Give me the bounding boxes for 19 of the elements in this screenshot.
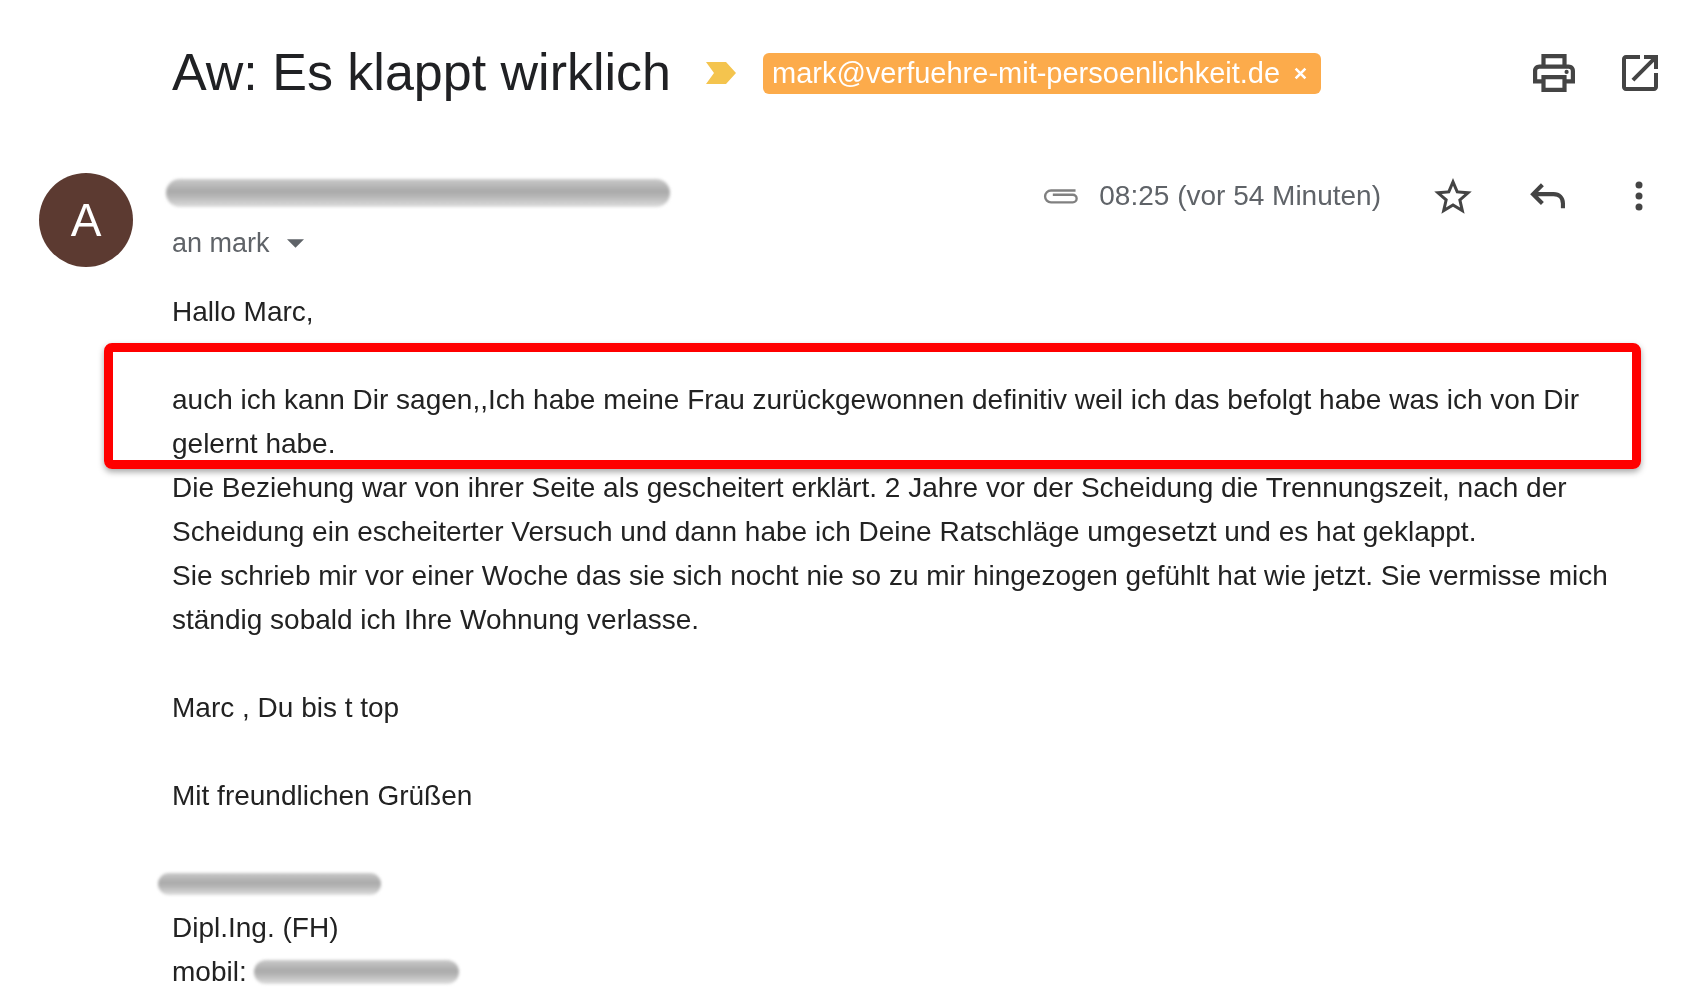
external-link-icon[interactable] [1622,55,1658,91]
body-text: Marc , Du bis t top [172,691,401,725]
body-text: auch ich kann Dir sagen,,Ich habe meine Frau zurückgewonnen definitiv weil ich das befolgt habe was ich von Dir gelernt habe. [172,383,1580,461]
body-text: Mit freundlichen Grüßen [172,779,474,813]
label-chip[interactable]: mark@verfuehre-mit-persoenlichkeit.de [763,52,1322,94]
avatar: A [39,173,133,267]
body-text: mobil: [172,955,247,989]
body-text: Hallo Marc, [172,295,315,329]
email-subject: Aw: Es klappt wirklich [172,44,671,102]
star-icon[interactable] [1434,178,1472,214]
timestamp: 08:25 (vor 54 Minuten) [1099,180,1381,212]
print-icon[interactable] [1533,54,1575,92]
more-options-icon[interactable] [1635,181,1643,211]
body-text: Dipl.Ing. (FH) [172,911,340,945]
body-text: Sie schrieb mir vor einer Woche das sie sich nocht nie so zu mir hingezogen gefühlt hat wie jetzt. Sie vermisse mich ständig sobald ich Ihre Wohnung verlasse. [172,559,1609,637]
body-text: Die Beziehung war von ihrer Seite als gescheitert erklärt. 2 Jahre vor der Scheidung die Trennungszeit, nach der Scheidung ein escheiterter Versuch und dann habe ich Deine Ratschläge umgesetzt und es hat geklappt. [172,471,1568,549]
reply-icon[interactable] [1530,182,1566,210]
caret-down-icon[interactable] [286,238,304,248]
recipient-label: an mark [172,227,270,259]
